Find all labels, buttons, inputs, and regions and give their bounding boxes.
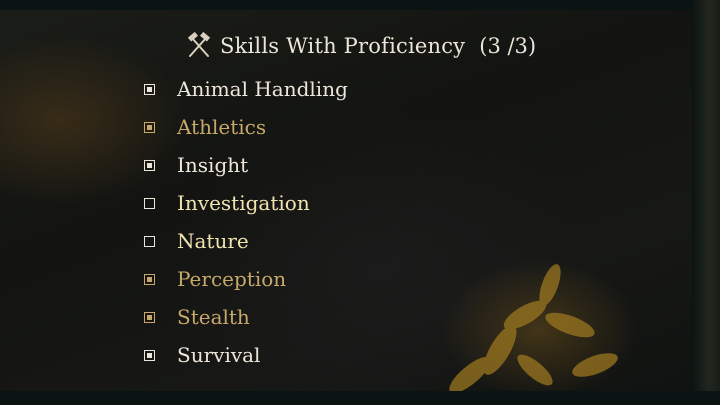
crossed-hammers-icon — [184, 31, 214, 60]
skill-label: Stealth — [177, 305, 250, 329]
checkbox-check-mark — [147, 314, 152, 320]
checkbox-check-mark — [147, 352, 152, 358]
skill-checkbox[interactable] — [144, 159, 155, 171]
checkbox-check-mark — [147, 276, 152, 282]
skill-label: Animal Handling — [177, 77, 348, 101]
skill-row-nature[interactable]: Nature — [142, 222, 542, 260]
skill-checkbox[interactable] — [144, 197, 155, 209]
skill-label: Perception — [177, 267, 287, 291]
skill-checkbox[interactable] — [144, 311, 155, 323]
skills-header: Skills With Proficiency (3 /3) — [184, 30, 536, 62]
skill-row-stealth[interactable]: Stealth — [142, 298, 542, 336]
skill-row-perception[interactable]: Perception — [142, 260, 542, 298]
skill-checkbox[interactable] — [144, 83, 155, 95]
skill-list: Animal Handling Athletics Insight Investiga… — [142, 70, 542, 374]
skill-checkbox[interactable] — [144, 273, 155, 285]
skill-label: Nature — [177, 229, 249, 253]
skill-checkbox[interactable] — [144, 235, 155, 247]
skill-label: Athletics — [177, 115, 267, 139]
skill-checkbox[interactable] — [144, 349, 155, 361]
skill-row-athletics[interactable]: Athletics — [142, 108, 542, 146]
checkbox-check-mark — [147, 124, 152, 130]
skills-title: Skills With Proficiency — [220, 34, 466, 58]
skill-label: Survival — [177, 343, 261, 367]
checkbox-check-mark — [147, 86, 152, 92]
proficiency-count: (3 /3) — [479, 34, 537, 58]
skill-row-investigation[interactable]: Investigation — [142, 184, 542, 222]
checkbox-check-mark — [147, 162, 152, 168]
skills-panel: Skills With Proficiency (3 /3) Animal Ha… — [0, 0, 720, 405]
skill-row-survival[interactable]: Survival — [142, 336, 542, 374]
skill-row-insight[interactable]: Insight — [142, 146, 542, 184]
skill-label: Insight — [177, 153, 249, 177]
skill-checkbox[interactable] — [144, 121, 155, 133]
skill-label: Investigation — [177, 191, 310, 215]
skill-row-animal-handling[interactable]: Animal Handling — [142, 70, 542, 108]
